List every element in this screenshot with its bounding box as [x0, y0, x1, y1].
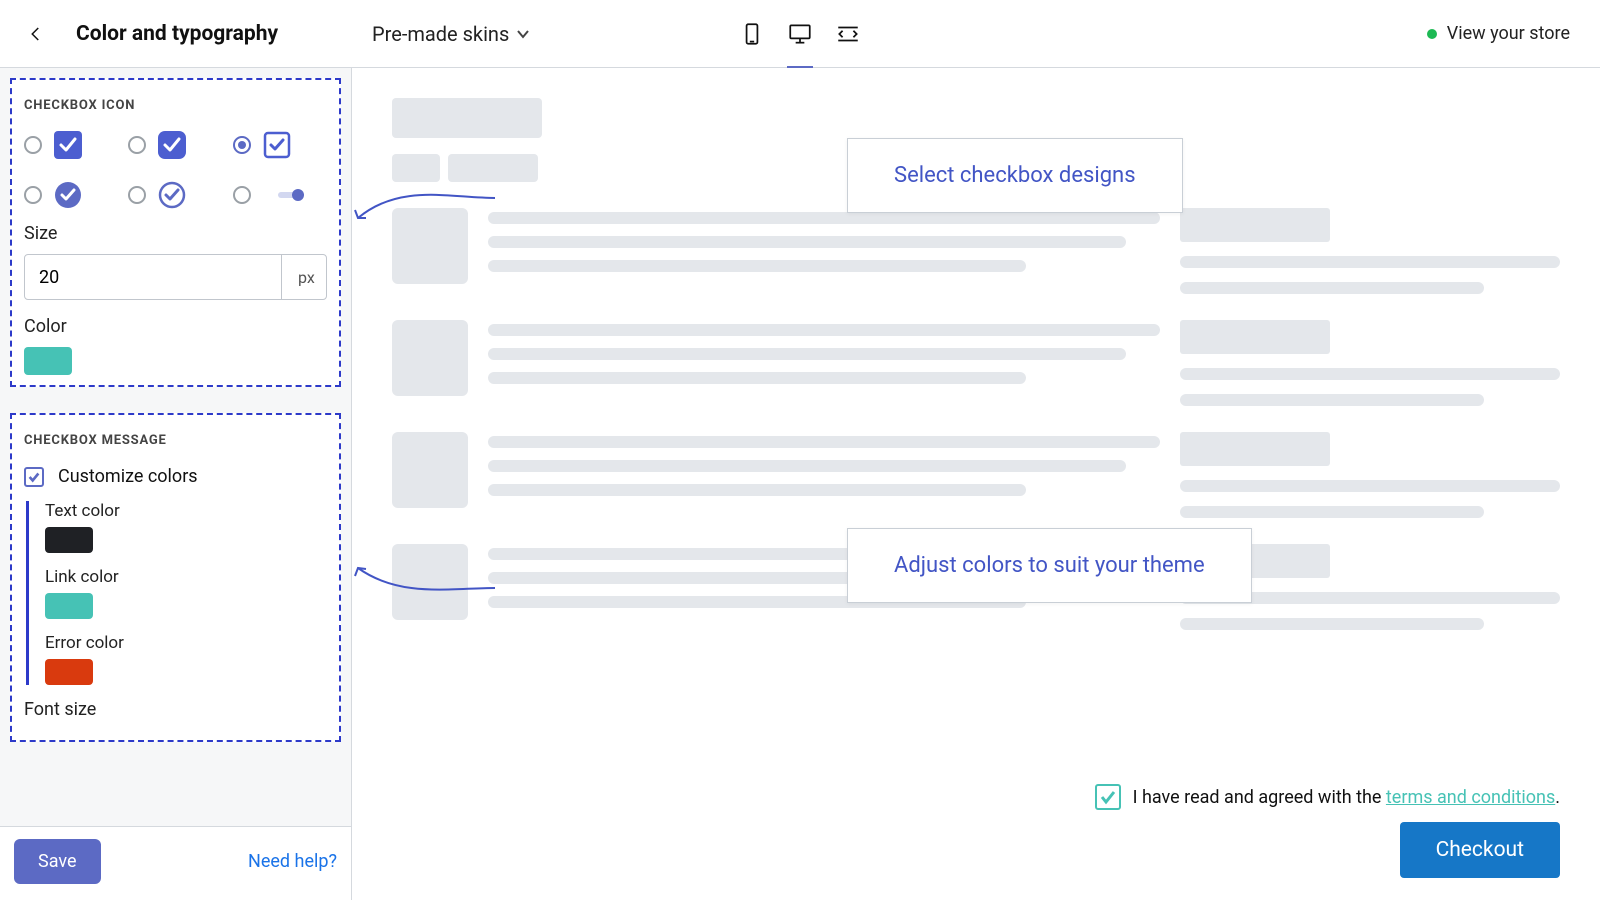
- premade-skins-dropdown[interactable]: Pre-made skins: [352, 22, 531, 46]
- checkbox-sample-outline-square: [263, 131, 291, 159]
- radio-icon: [24, 186, 42, 204]
- premade-skins-label: Pre-made skins: [372, 22, 509, 46]
- error-color-swatch[interactable]: [45, 659, 93, 685]
- radio-icon: [24, 136, 42, 154]
- checkbox-sample-filled-circle: [54, 181, 82, 209]
- checkbox-sample-filled-square: [54, 131, 82, 159]
- checkbox-icon: [24, 467, 44, 487]
- checkbox-style-option-5[interactable]: [128, 181, 222, 209]
- consent-checkbox[interactable]: [1095, 784, 1121, 810]
- page-title: Color and typography: [76, 22, 278, 46]
- radio-icon: [233, 136, 251, 154]
- link-color-label: Link color: [45, 567, 327, 587]
- device-desktop-icon[interactable]: [787, 21, 813, 47]
- checkbox-sample-outline-circle: [158, 181, 186, 209]
- customize-colors-toggle[interactable]: Customize colors: [24, 466, 327, 487]
- checkbox-icon-panel: CHECKBOX ICON: [10, 78, 341, 387]
- skeleton-bar: [392, 98, 542, 138]
- checkbox-message-panel: CHECKBOX MESSAGE Customize colors Text c…: [10, 413, 341, 742]
- skeleton-bar: [448, 154, 538, 182]
- skeleton-image: [392, 208, 468, 284]
- checkbox-style-option-4[interactable]: [24, 181, 118, 209]
- skeleton-bar: [392, 154, 440, 182]
- customize-colors-label: Customize colors: [58, 466, 198, 487]
- consent-text: I have read and agreed with the terms an…: [1133, 787, 1560, 808]
- size-input-wrap: px: [24, 254, 327, 300]
- callout-2: Adjust colors to suit your theme: [847, 528, 1252, 603]
- size-unit: px: [281, 255, 327, 299]
- preview-canvas: Select checkbox designs Adjust colors to…: [352, 68, 1600, 900]
- color-label: Color: [24, 316, 327, 337]
- checkbox-style-option-6[interactable]: [233, 181, 327, 209]
- skeleton-image: [392, 544, 468, 620]
- back-button[interactable]: [24, 22, 48, 46]
- checkbox-style-option-1[interactable]: [24, 131, 118, 159]
- checkbox-style-option-3[interactable]: [233, 131, 327, 159]
- save-button[interactable]: Save: [14, 839, 101, 884]
- color-swatch[interactable]: [24, 347, 72, 375]
- consent-row: I have read and agreed with the terms an…: [1095, 784, 1560, 810]
- device-mobile-icon[interactable]: [739, 21, 765, 47]
- link-color-swatch[interactable]: [45, 593, 93, 619]
- skeleton-image: [392, 432, 468, 508]
- checkbox-style-option-2[interactable]: [128, 131, 222, 159]
- size-input[interactable]: [25, 267, 281, 288]
- text-color-swatch[interactable]: [45, 527, 93, 553]
- text-color-label: Text color: [45, 501, 327, 521]
- need-help-link[interactable]: Need help?: [248, 851, 337, 872]
- font-size-label: Font size: [24, 699, 327, 720]
- radio-icon: [233, 186, 251, 204]
- error-color-label: Error color: [45, 633, 327, 653]
- status-indicator-icon: [1427, 29, 1437, 39]
- panel-title: CHECKBOX ICON: [24, 98, 327, 113]
- size-label: Size: [24, 223, 327, 244]
- skeleton-image: [392, 320, 468, 396]
- view-store-link[interactable]: View your store: [1447, 23, 1570, 44]
- terms-link[interactable]: terms and conditions: [1386, 787, 1555, 808]
- chevron-down-icon: [515, 26, 531, 42]
- checkbox-sample-toggle: [263, 181, 319, 209]
- device-fullwidth-icon[interactable]: [835, 21, 861, 47]
- checkout-button[interactable]: Checkout: [1400, 822, 1560, 878]
- panel-title: CHECKBOX MESSAGE: [24, 433, 327, 448]
- callout-1: Select checkbox designs: [847, 138, 1183, 213]
- checkbox-sample-filled-rounded: [158, 131, 186, 159]
- radio-icon: [128, 136, 146, 154]
- radio-icon: [128, 186, 146, 204]
